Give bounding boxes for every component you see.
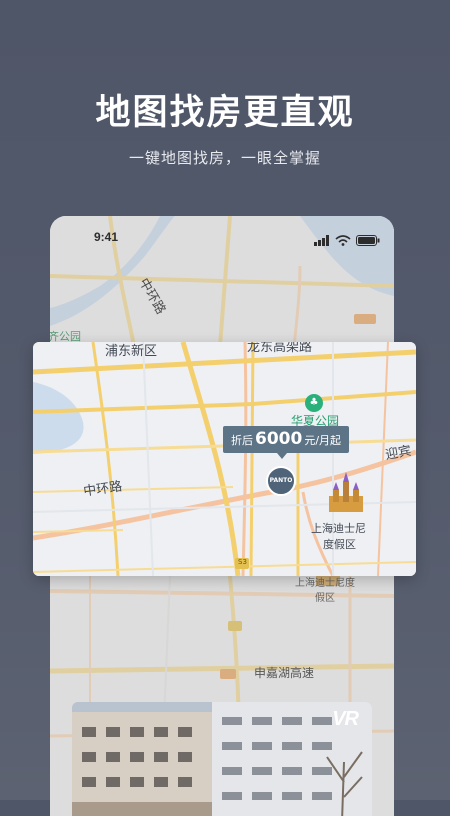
listing-photo[interactable]: VR <box>72 702 372 816</box>
phone-label-disney: 上海迪士尼度假区 <box>295 578 355 604</box>
wifi-icon <box>335 231 351 250</box>
map-card-background <box>33 342 416 576</box>
park-icon: ♣ <box>305 394 323 412</box>
vr-badge[interactable]: VR <box>332 708 359 731</box>
phone-label-expressway: 申嘉湖高速 <box>254 666 315 680</box>
status-icons <box>313 230 380 246</box>
price-bubble-pointer <box>277 453 287 459</box>
signal-icon <box>313 231 330 250</box>
promo-subtitle: 一键地图找房，一眼全掌握 <box>128 149 321 167</box>
price-bubble[interactable]: 折后 6000 元/月起 <box>223 426 350 453</box>
price-suffix: 元/月起 <box>304 434 342 447</box>
label-district: 浦东新区 <box>105 344 158 359</box>
building-illustration <box>72 702 372 816</box>
promo-title: 地图找房更直观 <box>95 93 355 133</box>
road-badge-label: S3 <box>238 558 247 566</box>
price-value: 6000 <box>255 429 303 449</box>
status-time: 9:41 <box>94 230 119 244</box>
label-disney-line2: 度假区 <box>323 538 356 551</box>
location-pin[interactable]: PANTO <box>266 466 296 496</box>
battery-icon <box>356 231 380 250</box>
price-prefix: 折后 <box>231 434 253 447</box>
map-card[interactable]: 浦东新区 龙东高架路 ♣ 华夏公园 中环路 迎宾 上海迪士尼 度假区 S3 折后… <box>33 342 416 576</box>
label-disney-line1: 上海迪士尼 <box>311 522 366 535</box>
label-road-top: 龙东高架路 <box>247 342 313 355</box>
